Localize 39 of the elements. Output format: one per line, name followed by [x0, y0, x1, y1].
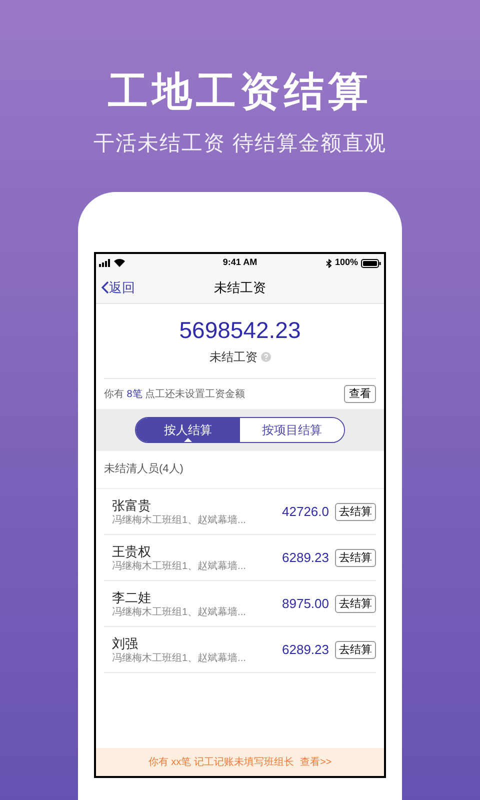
person-groups: 冯继梅木工班组1、赵斌幕墙...	[112, 652, 282, 664]
bluetooth-icon	[326, 258, 332, 268]
unsettled-amount: 5698542.23	[179, 316, 301, 344]
person-groups: 冯继梅木工班组1、赵斌幕墙...	[112, 560, 282, 572]
person-row[interactable]: 李二娃 冯继梅木工班组1、赵斌幕墙... 8975.00 去结算	[104, 581, 376, 627]
settle-button[interactable]: 去结算	[335, 502, 376, 520]
person-row[interactable]: 王贵权 冯继梅木工班组1、赵斌幕墙... 6289.23 去结算	[104, 535, 376, 581]
person-amount: 6289.23	[282, 640, 329, 659]
person-groups: 冯继梅木工班组1、赵斌幕墙...	[112, 514, 282, 526]
subheadline: 干活未结工资 待结算金额直观	[94, 131, 386, 157]
help-icon[interactable]	[260, 352, 270, 362]
settle-button[interactable]: 去结算	[335, 548, 376, 566]
wifi-icon	[114, 259, 125, 267]
status-time: 9:41 AM	[222, 256, 258, 270]
headline: 工地工资结算	[108, 69, 372, 116]
banner-text: 你有 xx笔 记工记账未填写班组长	[148, 756, 294, 770]
person-name: 张富贵	[112, 496, 152, 514]
notice-text: 你有 8笔 点工还未设置工资金额	[104, 388, 246, 402]
person-amount: 8975.00	[282, 594, 329, 613]
person-groups: 冯继梅木工班组1、赵斌幕墙...	[112, 606, 282, 618]
amount-label: 未结工资	[210, 349, 258, 366]
person-name: 王贵权	[112, 542, 152, 560]
settle-button[interactable]: 去结算	[335, 640, 376, 658]
battery-icon	[361, 258, 381, 268]
segment-tab[interactable]: 按人结算	[136, 418, 240, 442]
section-title: 未结清人员(4人)	[104, 462, 184, 478]
person-amount: 6289.23	[282, 548, 329, 567]
person-name: 刘强	[112, 634, 139, 652]
signal-icon	[99, 259, 111, 267]
person-amount: 42726.0	[282, 502, 329, 521]
person-name: 李二娃	[112, 588, 152, 606]
back-button[interactable]: 返回	[101, 278, 135, 298]
settle-button[interactable]: 去结算	[335, 594, 376, 612]
person-row[interactable]: 张富贵 冯继梅木工班组1、赵斌幕墙... 42726.0 去结算	[104, 489, 376, 535]
back-chevron-icon	[101, 281, 109, 294]
view-button[interactable]: 查看	[344, 385, 376, 403]
battery-percent: 100%	[334, 256, 358, 270]
person-row[interactable]: 刘强 冯继梅木工班组1、赵斌幕墙... 6289.23 去结算	[104, 627, 376, 673]
page-title: 未结工资	[214, 278, 266, 297]
